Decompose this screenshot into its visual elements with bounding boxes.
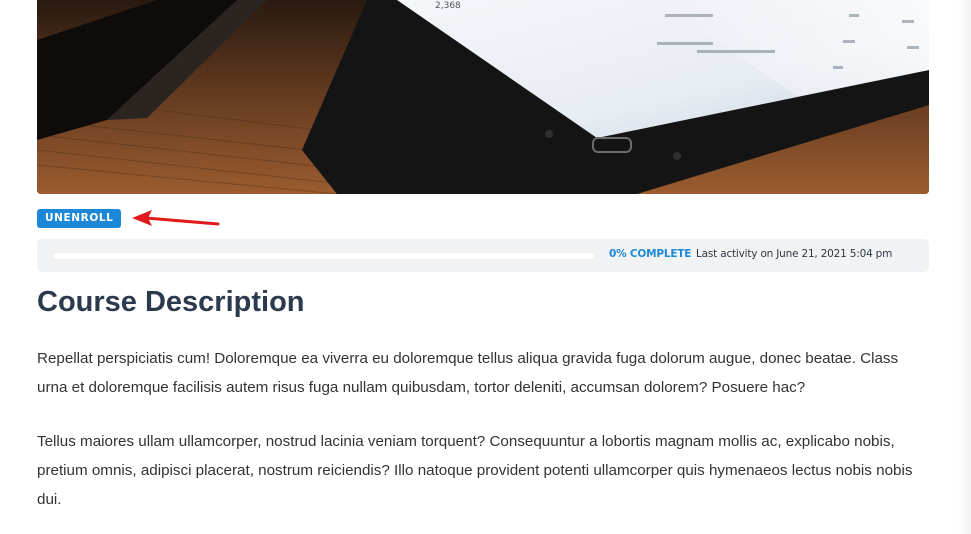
progress-percent: 0% COMPLETE <box>609 248 692 260</box>
course-description-paragraph: Tellus maiores ullam ullamcorper, nostru… <box>37 433 913 508</box>
red-arrow-annotation <box>132 210 220 226</box>
section-title: Course Description <box>37 286 305 318</box>
course-hero-image: 2,368 <box>37 0 929 194</box>
page-edge-shadow <box>957 0 971 534</box>
svg-text:2,368: 2,368 <box>435 1 461 11</box>
progress-bar <box>53 253 594 259</box>
last-activity-text: Last activity on June 21, 2021 5:04 pm <box>696 248 893 260</box>
course-progress-panel: 0% COMPLETE Last activity on June 21, 20… <box>37 239 929 272</box>
course-description-paragraph: Repellat perspiciatis cum! Doloremque ea… <box>37 350 899 396</box>
unenroll-button[interactable]: UNENROLL <box>37 209 122 228</box>
tablet-photo: 2,368 <box>37 0 929 194</box>
